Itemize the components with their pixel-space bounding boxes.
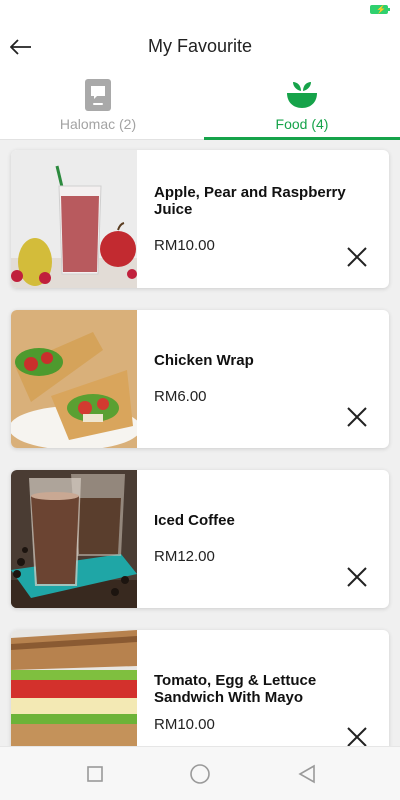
favourite-card[interactable]: Iced Coffee RM12.00: [11, 470, 389, 608]
favourite-card[interactable]: Tomato, Egg & Lettuce Sandwich With Mayo…: [11, 630, 389, 746]
home-button[interactable]: [189, 763, 211, 785]
food-bowl-icon: [287, 82, 317, 108]
item-name: Iced Coffee: [154, 512, 235, 529]
recent-apps-button[interactable]: [84, 763, 106, 785]
remove-favourite-button[interactable]: [345, 245, 369, 269]
item-name: Tomato, Egg & Lettuce Sandwich With Mayo: [154, 672, 317, 706]
tab-food[interactable]: Food (4): [204, 74, 400, 140]
chicken-wrap-image: [11, 310, 137, 448]
battery-icon: ⚡: [370, 5, 390, 14]
remove-favourite-button[interactable]: [345, 405, 369, 429]
juice-image: [11, 150, 137, 288]
app-header: My Favourite: [0, 22, 400, 74]
item-price: RM10.00: [154, 716, 215, 733]
status-bar: ⚡: [0, 0, 400, 22]
tab-halomac-label: Halomac (2): [59, 116, 137, 132]
halomac-icon: [85, 79, 111, 111]
favourite-card[interactable]: Apple, Pear and Raspberry Juice RM10.00: [11, 150, 389, 288]
page-title: My Favourite: [147, 36, 253, 56]
iced-coffee-image: [11, 470, 137, 608]
tab-halomac[interactable]: Halomac (2): [0, 74, 196, 140]
system-nav-bar: [0, 746, 400, 800]
item-price: RM10.00: [154, 237, 215, 254]
item-name: Chicken Wrap: [154, 352, 254, 369]
back-nav-button[interactable]: [296, 763, 318, 785]
favourites-list[interactable]: Apple, Pear and Raspberry Juice RM10.00 …: [0, 140, 400, 746]
tab-food-label: Food (4): [275, 116, 329, 132]
tab-bar: Halomac (2) Food (4): [0, 74, 400, 140]
sandwich-image: [11, 630, 137, 746]
item-price: RM12.00: [154, 548, 215, 565]
remove-favourite-button[interactable]: [345, 725, 369, 746]
item-name: Apple, Pear and Raspberry Juice: [154, 184, 346, 218]
remove-favourite-button[interactable]: [345, 565, 369, 589]
item-price: RM6.00: [154, 388, 207, 405]
favourite-card[interactable]: Chicken Wrap RM6.00: [11, 310, 389, 448]
